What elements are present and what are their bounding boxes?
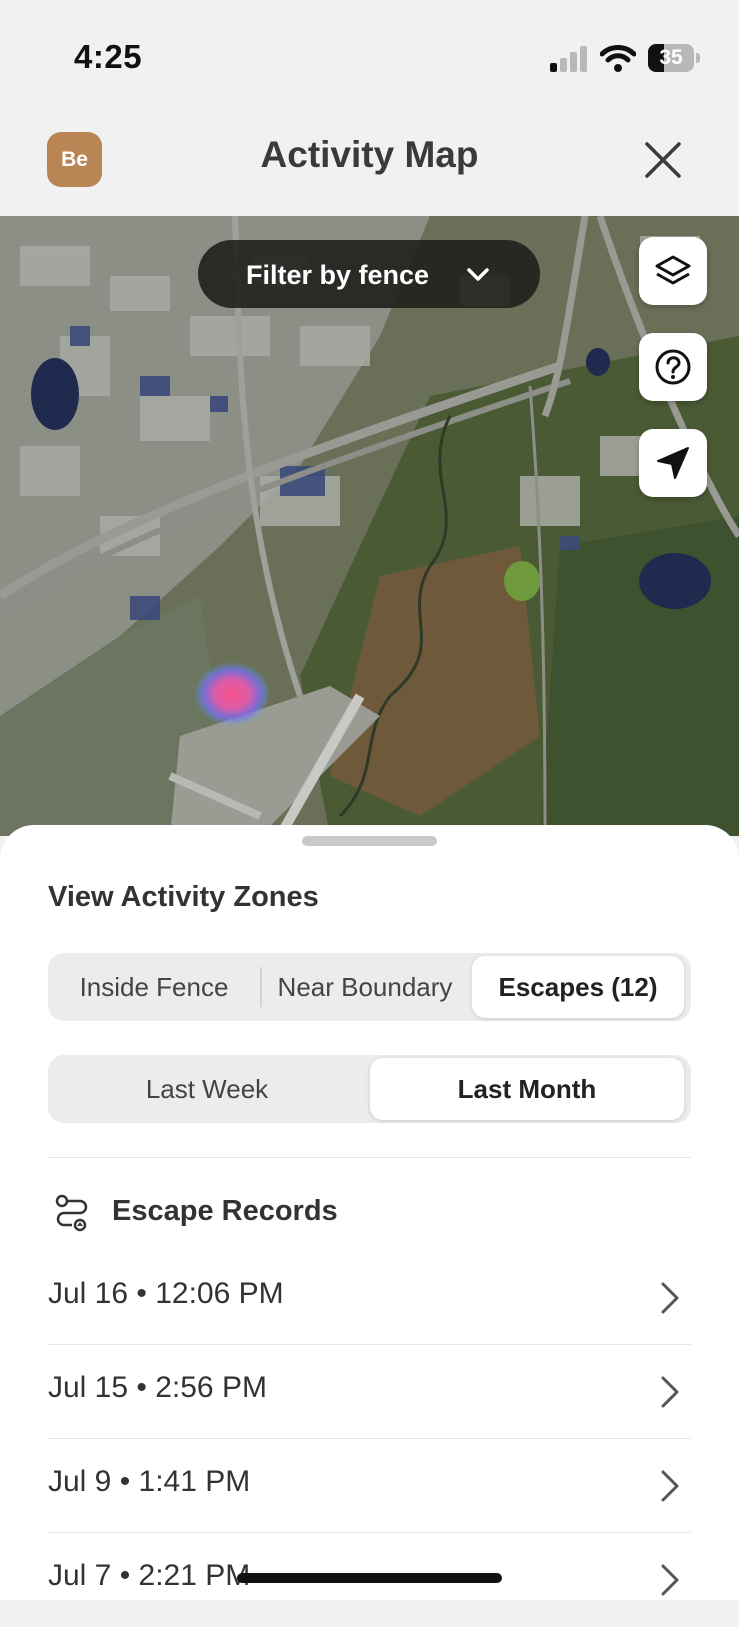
activity-heatmap-spot — [194, 662, 270, 726]
record-datetime: Jul 7 • 2:21 PM — [48, 1559, 251, 1592]
escape-record-row[interactable]: Jul 16 • 12:06 PM — [48, 1251, 691, 1345]
home-indicator[interactable] — [237, 1573, 502, 1583]
battery-level: 35 — [659, 46, 683, 69]
satellite-imagery — [0, 216, 739, 836]
close-icon[interactable] — [641, 138, 685, 182]
location-arrow-icon — [657, 447, 689, 479]
tab-escapes[interactable]: Escapes (12) — [472, 956, 684, 1018]
activity-bottom-sheet: View Activity Zones Inside Fence Near Bo… — [0, 825, 739, 1600]
layers-button[interactable] — [639, 237, 707, 305]
chevron-down-icon — [467, 268, 489, 281]
battery-icon: 35 — [648, 44, 700, 72]
record-datetime: Jul 9 • 1:41 PM — [48, 1465, 251, 1498]
escape-record-row[interactable]: Jul 9 • 1:41 PM — [48, 1439, 691, 1533]
wifi-icon — [600, 45, 636, 72]
status-time: 4:25 — [74, 38, 143, 75]
escape-record-row[interactable]: Jul 15 • 2:56 PM — [48, 1345, 691, 1439]
app-header: Be Activity Map — [0, 110, 739, 216]
record-datetime: Jul 16 • 12:06 PM — [48, 1277, 284, 1310]
route-icon — [55, 1194, 88, 1232]
divider — [48, 1157, 691, 1158]
tab-inside-fence[interactable]: Inside Fence — [54, 956, 254, 1018]
chevron-right-icon — [661, 1470, 679, 1502]
satellite-map[interactable]: Filter by fence — [0, 216, 739, 836]
help-button[interactable] — [639, 333, 707, 401]
section-title: View Activity Zones — [48, 881, 319, 913]
tab-near-boundary[interactable]: Near Boundary — [262, 956, 468, 1018]
my-location-button[interactable] — [639, 429, 707, 497]
chevron-right-icon — [661, 1282, 679, 1314]
tab-last-month[interactable]: Last Month — [370, 1058, 684, 1120]
chevron-right-icon — [661, 1564, 679, 1596]
chevron-right-icon — [661, 1376, 679, 1408]
tab-last-week[interactable]: Last Week — [52, 1058, 362, 1120]
status-bar: 4:25 35 — [0, 0, 739, 110]
records-title: Escape Records — [112, 1195, 338, 1227]
sheet-grabber[interactable] — [302, 836, 437, 846]
record-datetime: Jul 15 • 2:56 PM — [48, 1371, 267, 1404]
period-segmented-control: Last Week Last Month — [48, 1055, 691, 1123]
filter-label: Filter by fence — [246, 260, 430, 290]
zone-segmented-control: Inside Fence Near Boundary Escapes (12) — [48, 953, 691, 1021]
help-icon — [655, 349, 691, 385]
page-title: Activity Map — [260, 134, 479, 175]
filter-by-fence-dropdown[interactable]: Filter by fence — [198, 240, 540, 308]
cellular-signal-icon — [550, 46, 587, 72]
layers-icon — [655, 255, 691, 285]
